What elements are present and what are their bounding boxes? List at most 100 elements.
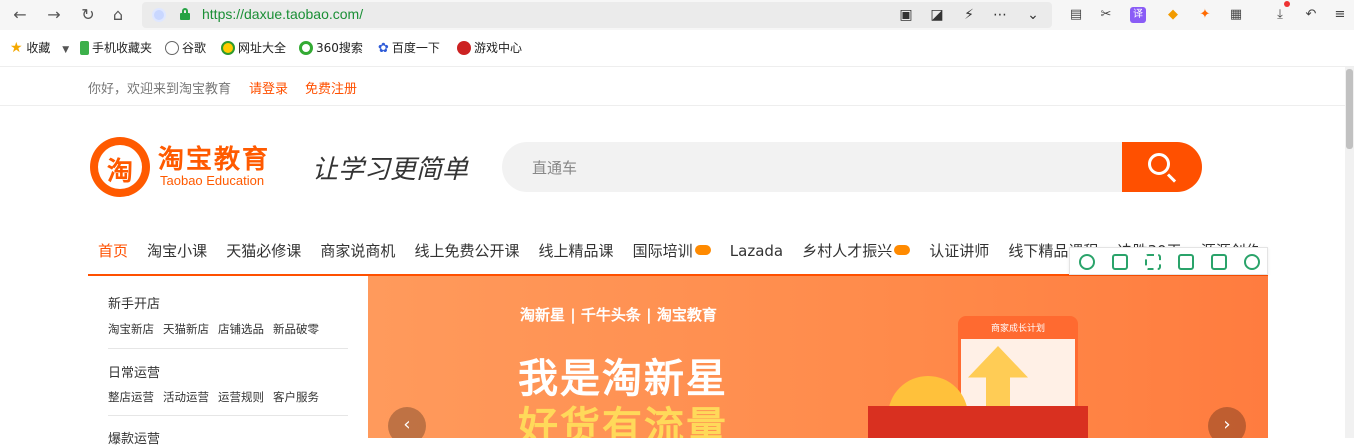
search-input[interactable]: 直通车 bbox=[532, 157, 577, 178]
menu-icon[interactable]: ≡ bbox=[1330, 5, 1350, 25]
chevron-down-icon[interactable]: ⌄ bbox=[1024, 6, 1042, 24]
promo-banner[interactable]: 淘新星 | 千牛头条 | 淘宝教育 我是淘新星 好货有流量 商家成长计划 ‹ › bbox=[368, 276, 1268, 438]
divider bbox=[108, 415, 348, 416]
bookmark-label: 百度一下 bbox=[391, 41, 440, 55]
url-text[interactable]: https://daxue.taobao.com/ bbox=[202, 6, 363, 22]
notification-dot-icon bbox=[1284, 1, 1290, 7]
bookmark-google[interactable]: 谷歌 bbox=[165, 39, 206, 57]
reload-icon[interactable]: ↻ bbox=[78, 5, 98, 25]
category-link[interactable]: 天猫新店 bbox=[163, 322, 209, 336]
game-center-icon bbox=[457, 41, 471, 55]
page-content: 你好，欢迎来到淘宝教育 请登录 免费注册 淘 淘宝教育 Taobao Educa… bbox=[0, 66, 1354, 447]
extension-shield-icon[interactable]: ◆ bbox=[1163, 5, 1183, 25]
search-box[interactable]: 直通车 bbox=[502, 142, 1202, 192]
register-link[interactable]: 免费注册 bbox=[305, 78, 357, 97]
nav-item[interactable]: 商家说商机 bbox=[320, 239, 395, 263]
settings-icon[interactable] bbox=[1244, 254, 1260, 270]
globe-icon bbox=[165, 41, 179, 55]
bookmark-label: 谷歌 bbox=[182, 41, 207, 55]
scroll-thumb[interactable] bbox=[1346, 69, 1353, 149]
translate-icon[interactable]: 译 bbox=[1130, 7, 1146, 23]
browser-toolbar: ← → ↻ ⌂ https://daxue.taobao.com/ ▣ ◪ ⚡ … bbox=[0, 0, 1354, 30]
banner-illustration: 商家成长计划 bbox=[868, 296, 1108, 438]
category-link[interactable]: 店铺选品 bbox=[218, 322, 264, 336]
search-tool-icon[interactable] bbox=[1079, 254, 1095, 270]
gift-box-icon bbox=[868, 406, 1088, 438]
expand-icon[interactable] bbox=[1145, 254, 1161, 270]
reader-icon[interactable]: ▤ bbox=[1066, 5, 1086, 25]
hot-badge-icon bbox=[894, 245, 911, 255]
bookmark-label: 360搜索 bbox=[316, 41, 363, 55]
site-icon bbox=[152, 8, 166, 22]
floating-toolbar bbox=[1069, 247, 1268, 275]
nav-item[interactable]: 淘宝小课 bbox=[147, 239, 207, 263]
nav-item-home[interactable]: 首页 bbox=[98, 239, 128, 263]
bookmarks-bar: ★ 收藏 ▼ 手机收藏夹 谷歌 网址大全 360搜索 ✿ 百度一下 游戏中心 bbox=[0, 34, 1354, 62]
forward-icon[interactable]: → bbox=[44, 5, 64, 25]
banner-subtitle: 好货有流量 bbox=[518, 404, 728, 438]
share-icon[interactable] bbox=[1211, 254, 1227, 270]
category-link[interactable]: 客户服务 bbox=[273, 390, 319, 404]
back-icon[interactable]: ← bbox=[10, 5, 30, 25]
more-icon[interactable]: ⋯ bbox=[991, 6, 1009, 24]
bookmark-360[interactable]: 360搜索 bbox=[299, 39, 363, 57]
undo-icon[interactable]: ↶ bbox=[1301, 5, 1321, 25]
card-label: 商家成长计划 bbox=[961, 319, 1075, 339]
star-icon: ★ bbox=[10, 40, 23, 56]
category-title[interactable]: 日常运营 bbox=[108, 362, 160, 381]
screenshot-icon[interactable]: ◪ bbox=[928, 6, 946, 24]
home-icon[interactable]: ⌂ bbox=[108, 5, 128, 25]
image-icon[interactable]: ▣ bbox=[897, 6, 915, 24]
save-icon[interactable] bbox=[1178, 254, 1194, 270]
nav-item[interactable]: 线上免费公开课 bbox=[414, 239, 519, 263]
paw-icon: ✿ bbox=[378, 41, 389, 56]
bookmark-label: 游戏中心 bbox=[474, 41, 523, 55]
caret-down-icon[interactable]: ▼ bbox=[62, 45, 69, 55]
site-topbar: 你好，欢迎来到淘宝教育 请登录 免费注册 bbox=[0, 67, 1345, 106]
bookmark-mobile[interactable]: 手机收藏夹 bbox=[80, 39, 152, 57]
bookmark-label: 手机收藏夹 bbox=[92, 41, 153, 55]
bookmark-favorites[interactable]: ★ 收藏 ▼ bbox=[10, 39, 69, 57]
category-link[interactable]: 新品破零 bbox=[273, 322, 319, 336]
slogan: 让学习更简单 bbox=[312, 155, 469, 185]
logo-title[interactable]: 淘宝教育 bbox=[158, 139, 270, 176]
divider bbox=[108, 348, 348, 349]
scissors-icon[interactable]: ✂ bbox=[1096, 5, 1116, 25]
download-icon[interactable]: ⤓ bbox=[1270, 5, 1290, 25]
category-links: 整店运营 活动运营 运营规则 客户服务 bbox=[108, 389, 328, 405]
bookmark-baidu[interactable]: ✿ 百度一下 bbox=[378, 39, 440, 57]
nav-item[interactable]: 线上精品课 bbox=[539, 239, 614, 263]
category-links: 淘宝新店 天猫新店 店铺选品 新品破零 bbox=[108, 321, 328, 337]
banner-prev-button[interactable]: ‹ bbox=[388, 407, 426, 438]
category-link[interactable]: 整店运营 bbox=[108, 390, 154, 404]
nav-item-rural[interactable]: 乡村人才振兴 bbox=[802, 239, 911, 263]
bookmark-games[interactable]: 游戏中心 bbox=[457, 39, 522, 57]
category-title[interactable]: 新手开店 bbox=[108, 293, 160, 312]
nav-item[interactable]: 认证讲师 bbox=[929, 239, 989, 263]
lightning-icon[interactable]: ⚡ bbox=[960, 6, 978, 24]
welcome-text: 你好，欢迎来到淘宝教育 bbox=[88, 82, 232, 97]
category-link[interactable]: 活动运营 bbox=[163, 390, 209, 404]
category-title[interactable]: 爆款运营 bbox=[108, 428, 160, 447]
bookmark-label: 收藏 bbox=[26, 41, 51, 55]
search-button[interactable] bbox=[1122, 142, 1202, 192]
category-link[interactable]: 淘宝新店 bbox=[108, 322, 154, 336]
nav-item[interactable]: 天猫必修课 bbox=[226, 239, 301, 263]
lock-icon bbox=[180, 8, 190, 20]
logo-subtitle: Taobao Education bbox=[160, 173, 265, 188]
copy-icon[interactable] bbox=[1112, 254, 1128, 270]
category-link[interactable]: 运营规则 bbox=[218, 390, 264, 404]
page-scrollbar[interactable] bbox=[1345, 67, 1354, 438]
banner-brand: 淘新星 | 千牛头条 | 淘宝教育 bbox=[520, 306, 717, 324]
nav-label: 乡村人才振兴 bbox=[802, 242, 893, 260]
bookmark-hao123[interactable]: 网址大全 bbox=[221, 39, 286, 57]
game-icon[interactable]: ✦ bbox=[1195, 5, 1215, 25]
apps-grid-icon[interactable]: ▦ bbox=[1226, 5, 1246, 25]
address-bar[interactable]: https://daxue.taobao.com/ ▣ ◪ ⚡ ⋯ ⌄ bbox=[142, 2, 1052, 28]
nav-label: 国际培训 bbox=[632, 242, 693, 260]
nav-item[interactable]: Lazada bbox=[730, 239, 783, 263]
login-link[interactable]: 请登录 bbox=[249, 78, 288, 97]
nav-item-intl[interactable]: 国际培训 bbox=[633, 239, 711, 263]
search-360-icon bbox=[299, 41, 313, 55]
banner-next-button[interactable]: › bbox=[1208, 407, 1246, 438]
